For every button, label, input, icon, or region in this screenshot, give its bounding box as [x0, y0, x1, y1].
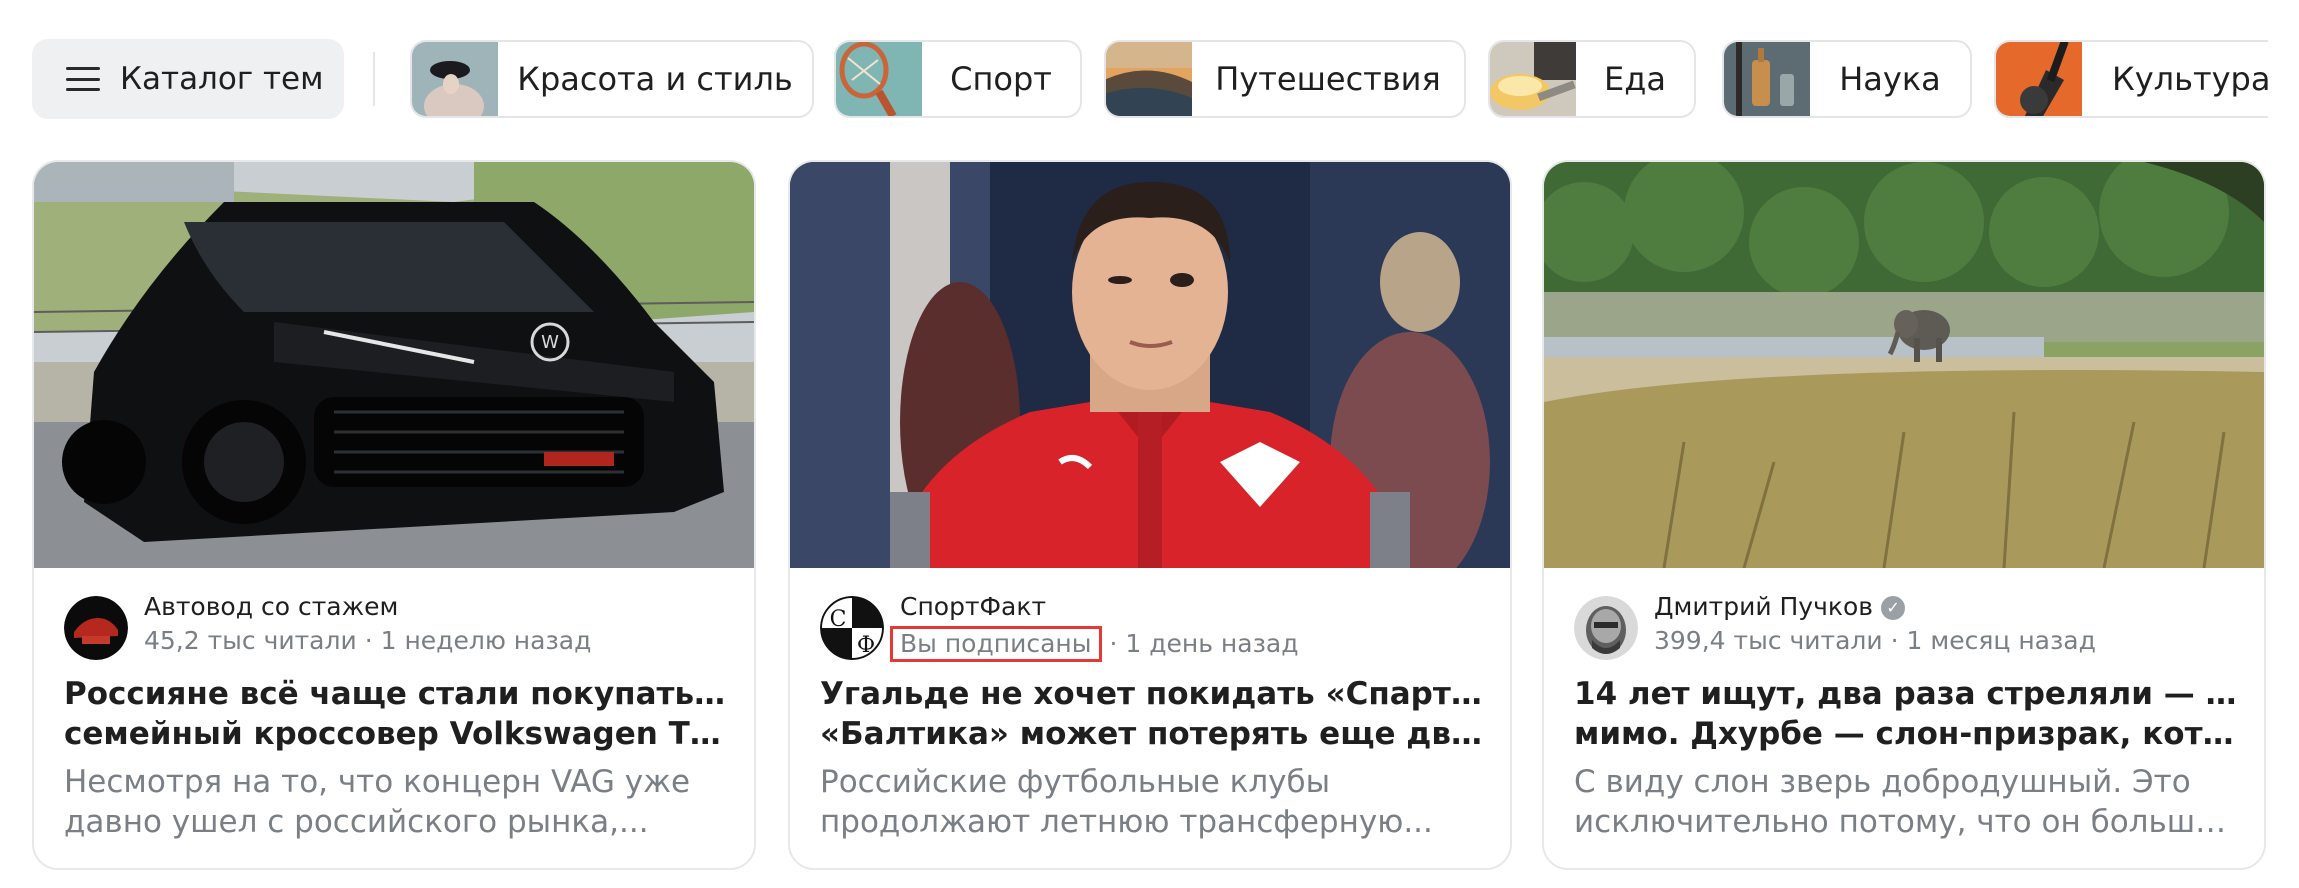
title-line: «Балтика» может потерять еще двух...	[820, 716, 1486, 752]
topics-bar: Каталог тем Красота и стиль Спорт Путеше…	[32, 38, 2268, 120]
title-line: семейный кроссовер Volkswagen Tiguan ...	[64, 716, 730, 752]
menu-icon	[66, 67, 100, 91]
author-meta: Вы подписаны · 1 день назад	[890, 626, 1299, 662]
title-line: мимо. Дхурбе — слон-призрак, который...	[1574, 716, 2240, 752]
verified-icon: ✓	[1881, 596, 1906, 620]
title-line: Россияне всё чаще стали покупать новый	[64, 676, 730, 712]
article-card[interactable]: Дмитрий Пучков ✓ 399,4 тыс читали · 1 мес…	[1542, 160, 2266, 870]
snippet-line: продолжают летнюю трансферную...	[820, 804, 1433, 840]
author-name[interactable]: Дмитрий Пучков ✓	[1654, 592, 1906, 621]
subscribed-status[interactable]: Вы подписаны	[890, 626, 1102, 662]
topic-label: Наука	[1839, 60, 1941, 98]
author-name[interactable]: Автовод со стажем	[144, 592, 398, 621]
topic-label: Спорт	[950, 60, 1052, 98]
meta-separator: ·	[1890, 626, 1899, 655]
author-name-text: Дмитрий Пучков	[1654, 592, 1874, 621]
article-image	[1544, 162, 2264, 568]
channel-avatar[interactable]: С Ф	[820, 596, 884, 660]
topic-label: Еда	[1604, 60, 1666, 98]
publish-time: 1 неделю назад	[380, 626, 592, 655]
svg-text:W: W	[541, 332, 559, 353]
divider	[373, 52, 375, 106]
topic-chip-sport[interactable]: Спорт	[834, 40, 1082, 118]
readers-count: 399,4 тыс читали	[1654, 626, 1883, 655]
article-title[interactable]: Угальде не хочет покидать «Спартак», «Ба…	[820, 674, 1486, 754]
topic-chip-beauty[interactable]: Красота и стиль	[410, 40, 814, 118]
readers-count: 45,2 тыс читали	[144, 626, 357, 655]
article-image	[790, 162, 1510, 568]
topic-chip-culture[interactable]: Культура	[1994, 40, 2268, 118]
snippet-line: давно ушел с российского рынка,...	[64, 804, 649, 840]
topic-label: Красота и стиль	[517, 60, 793, 98]
author-row: Дмитрий Пучков ✓ 399,4 тыс читали · 1 мес…	[1574, 592, 2244, 662]
topic-chip-travel[interactable]: Путешествия	[1104, 40, 1466, 118]
channel-avatar[interactable]	[64, 596, 128, 660]
author-meta: 399,4 тыс читали · 1 месяц назад	[1654, 626, 2096, 655]
title-line: Угальде не хочет покидать «Спартак»,	[820, 676, 1486, 712]
article-image: W	[34, 162, 754, 568]
author-name[interactable]: СпортФакт	[900, 592, 1046, 621]
snippet-line: исключительно потому, что он большой,...	[1574, 804, 2240, 840]
avatar-letter: С	[830, 607, 847, 632]
article-snippet: Несмотря на то, что концерн VAG уже давн…	[64, 762, 730, 842]
topic-thumb-image	[1996, 42, 2082, 116]
author-row: С Ф СпортФакт Вы подписаны · 1 день наза…	[820, 592, 1490, 662]
snippet-line: С виду слон зверь добродушный. Это	[1574, 764, 2191, 800]
article-card[interactable]: W Автовод со стажем 45,2 тыс читали · 1 …	[32, 160, 756, 870]
topic-thumb-image	[412, 42, 498, 116]
topic-label: Культура	[2112, 60, 2268, 98]
publish-time: 1 день назад	[1125, 629, 1299, 658]
topic-label: Путешествия	[1215, 60, 1441, 98]
catalog-button[interactable]: Каталог тем	[32, 39, 344, 119]
snippet-line: Российские футбольные клубы	[820, 764, 1331, 800]
publish-time: 1 месяц назад	[1906, 626, 2096, 655]
channel-avatar[interactable]	[1574, 596, 1638, 660]
author-row: Автовод со стажем 45,2 тыс читали · 1 не…	[64, 592, 734, 662]
meta-separator: ·	[364, 626, 373, 655]
avatar-letter: Ф	[857, 633, 875, 658]
topic-chip-food[interactable]: Еда	[1488, 40, 1696, 118]
article-snippet: С виду слон зверь добродушный. Это исклю…	[1574, 762, 2240, 842]
topic-thumb-image	[836, 42, 922, 116]
article-snippet: Российские футбольные клубы продолжают л…	[820, 762, 1486, 842]
article-title[interactable]: 14 лет ищут, два раза стреляли — и всё м…	[1574, 674, 2240, 754]
title-line: 14 лет ищут, два раза стреляли — и всё	[1574, 676, 2240, 712]
catalog-label: Каталог тем	[120, 61, 324, 97]
meta-separator: ·	[1109, 629, 1118, 658]
article-card[interactable]: С Ф СпортФакт Вы подписаны · 1 день наза…	[788, 160, 1512, 870]
topic-thumb-image	[1724, 42, 1810, 116]
topic-thumb-image	[1106, 42, 1192, 116]
snippet-line: Несмотря на то, что концерн VAG уже	[64, 764, 691, 800]
author-meta: 45,2 тыс читали · 1 неделю назад	[144, 626, 591, 655]
topic-thumb-image	[1490, 42, 1576, 116]
topic-chip-science[interactable]: Наука	[1722, 40, 1972, 118]
article-title[interactable]: Россияне всё чаще стали покупать новый с…	[64, 674, 730, 754]
